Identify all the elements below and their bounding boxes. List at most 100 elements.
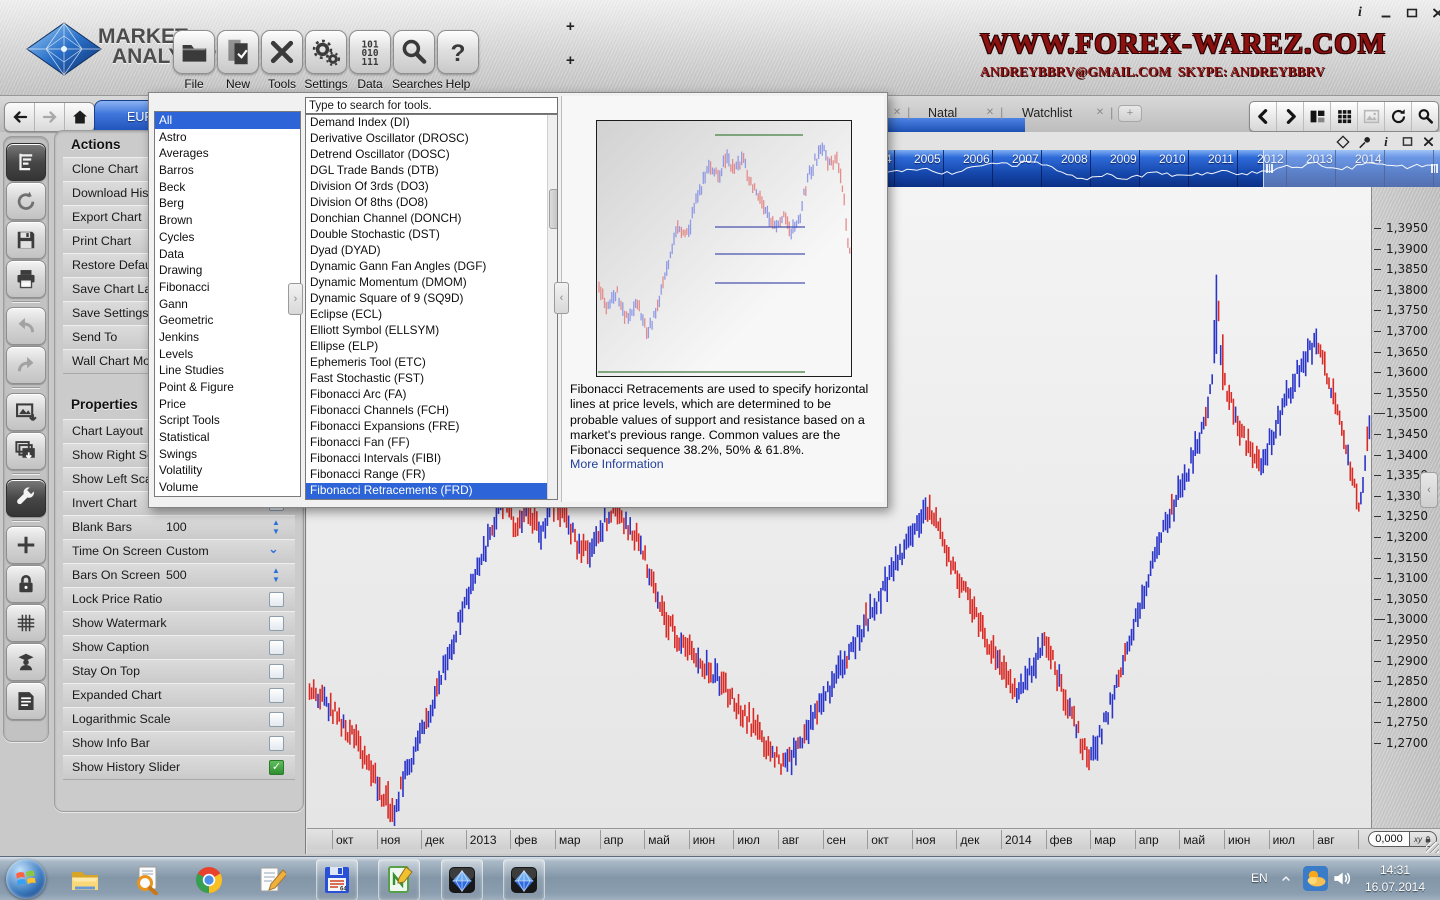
close-icon[interactable]: ✕	[984, 107, 996, 119]
checkbox[interactable]	[269, 592, 284, 607]
tray-expand-icon[interactable]	[1280, 872, 1292, 890]
property-logarithmic-scale[interactable]: Logarithmic Scale	[63, 707, 295, 732]
time-axis[interactable]: октноядек2013февмарапрмайиюниюлавгсенокт…	[307, 828, 1440, 850]
tool-item[interactable]: Fibonacci Arc (FA)	[306, 387, 557, 403]
toolbar-searches-button[interactable]: Searches	[392, 30, 436, 91]
save-button[interactable]	[6, 221, 46, 259]
toolbar-tools-button[interactable]: Tools	[260, 30, 304, 91]
checkbox[interactable]	[269, 688, 284, 703]
more-information-link[interactable]: More Information	[570, 457, 664, 471]
category-item[interactable]: All	[155, 112, 300, 129]
category-item[interactable]: Script Tools	[155, 412, 300, 429]
category-item[interactable]: Statistical	[155, 429, 300, 446]
close-icon[interactable]: ✕	[1094, 107, 1106, 119]
property-show-caption[interactable]: Show Caption	[63, 635, 295, 660]
scroll-tabs-right-button[interactable]	[1277, 102, 1304, 131]
tool-item[interactable]: Donchian Channel (DONCH)	[306, 211, 557, 227]
properties-mode-button[interactable]	[6, 479, 46, 517]
property-time-on-screen[interactable]: Time On ScreenCustom⌄	[63, 539, 295, 564]
category-item[interactable]: Jenkins	[155, 329, 300, 346]
grid-button[interactable]	[6, 604, 46, 642]
dropdown-chevron-icon[interactable]: ⌄	[268, 541, 279, 557]
home-button[interactable]	[65, 103, 94, 131]
chrome-taskbar-icon[interactable]	[194, 865, 224, 895]
category-item[interactable]: Barros	[155, 162, 300, 179]
tool-item[interactable]: Fibonacci Channels (FCH)	[306, 403, 557, 419]
property-show-history-slider[interactable]: Show History Slider✓	[63, 755, 295, 780]
pin-icon[interactable]	[1357, 134, 1371, 149]
category-item[interactable]: Cycles	[155, 229, 300, 246]
tray-clock[interactable]: 14:31 16.07.2014	[1352, 862, 1438, 896]
tool-item[interactable]: Derivative Oscillator (DROSC)	[306, 131, 557, 147]
tool-item[interactable]: DGL Trade Bands (DTB)	[306, 163, 557, 179]
stepper-control[interactable]: ▲▼	[270, 518, 282, 536]
toolbar-help-button[interactable]: ?Help	[436, 30, 480, 91]
close-icon[interactable]: ✕	[891, 107, 903, 119]
checkbox[interactable]: ✓	[269, 760, 284, 775]
start-button[interactable]	[6, 859, 46, 899]
category-item[interactable]: Price	[155, 396, 300, 413]
undo-button[interactable]	[6, 307, 46, 345]
notepad-taskbar-icon[interactable]	[256, 865, 286, 895]
tool-item[interactable]: Fibonacci Expansions (FRE)	[306, 419, 557, 435]
tool-item[interactable]: Dynamic Gann Fan Angles (DGF)	[306, 259, 557, 275]
tool-item[interactable]: Double Stochastic (DST)	[306, 227, 557, 243]
maximize-icon[interactable]	[1404, 6, 1420, 20]
tool-item[interactable]: Division Of 3rds (DO3)	[306, 179, 557, 195]
checkbox[interactable]	[269, 664, 284, 679]
toolbar-data-button[interactable]: 101010111Data	[348, 30, 392, 91]
category-expand-handle[interactable]: ›	[288, 283, 303, 315]
floppy-64-taskbar-button[interactable]: 64	[316, 859, 358, 900]
close-icon[interactable]	[1430, 6, 1440, 20]
grid-view-button[interactable]	[1331, 102, 1358, 131]
actions-mode-button[interactable]	[6, 143, 46, 181]
notes-button[interactable]	[6, 682, 46, 720]
property-bars-on-screen[interactable]: Bars On Screen500▲▼	[63, 563, 295, 588]
category-item[interactable]: Berg	[155, 195, 300, 212]
checkbox[interactable]	[269, 616, 284, 631]
category-item[interactable]: Line Studies	[155, 362, 300, 379]
tool-item[interactable]: Demand Index (DI)	[306, 115, 557, 131]
language-indicator[interactable]: EN	[1251, 871, 1268, 885]
tab-watchlist[interactable]: Watchlist	[1022, 106, 1072, 120]
notepad-pp-taskbar-button[interactable]	[378, 859, 420, 900]
tool-item[interactable]: Fibonacci Retracements (FRD)	[306, 483, 557, 499]
new-tab-button[interactable]: +	[1118, 105, 1142, 122]
category-item[interactable]: Swings	[155, 446, 300, 463]
stepper-control[interactable]: ▲▼	[270, 566, 282, 584]
toolbar-new-button[interactable]: New	[216, 30, 260, 91]
info-icon[interactable]: i	[1379, 134, 1393, 149]
category-item[interactable]: Beck	[155, 179, 300, 196]
category-item[interactable]: Volatility	[155, 462, 300, 479]
category-item[interactable]: Gann	[155, 296, 300, 313]
market-analyst-taskbar-button[interactable]	[441, 859, 483, 900]
tool-item[interactable]: Detrend Oscillator (DOSC)	[306, 147, 557, 163]
tool-item[interactable]: Fibonacci Range (FR)	[306, 467, 557, 483]
property-show-watermark[interactable]: Show Watermark	[63, 611, 295, 636]
category-item[interactable]: Data	[155, 246, 300, 263]
crosshair-button[interactable]	[6, 526, 46, 564]
search-doc-taskbar-icon[interactable]	[132, 865, 162, 895]
toolbar-file-button[interactable]: File	[172, 30, 216, 91]
tool-item[interactable]: Dyad (DYAD)	[306, 243, 557, 259]
info-icon[interactable]: i	[1352, 6, 1368, 20]
scroll-tabs-left-button[interactable]	[1250, 102, 1277, 131]
lock-button[interactable]	[6, 565, 46, 603]
tool-search-input[interactable]	[305, 97, 558, 114]
tool-item[interactable]: Eclipse (ECL)	[306, 307, 557, 323]
print-button[interactable]	[6, 260, 46, 298]
tool-item[interactable]: Elliott Symbol (ELLSYM)	[306, 323, 557, 339]
checkbox[interactable]	[269, 712, 284, 727]
explorer-taskbar-icon[interactable]	[70, 865, 100, 895]
category-item[interactable]: Fibonacci	[155, 279, 300, 296]
tool-item[interactable]: Dynamic Square of 9 (SQ9D)	[306, 291, 557, 307]
resize-grip[interactable]	[1426, 842, 1439, 853]
preview-collapse-handle[interactable]: ‹	[554, 282, 569, 314]
forward-button[interactable]	[35, 103, 65, 131]
property-stay-on-top[interactable]: Stay On Top	[63, 659, 295, 684]
category-item[interactable]: Point & Figure	[155, 379, 300, 396]
property-blank-bars[interactable]: Blank Bars100▲▼	[63, 515, 295, 540]
export-image-button[interactable]	[6, 393, 46, 431]
search-button[interactable]	[1412, 102, 1438, 131]
redo-button[interactable]	[6, 346, 46, 384]
